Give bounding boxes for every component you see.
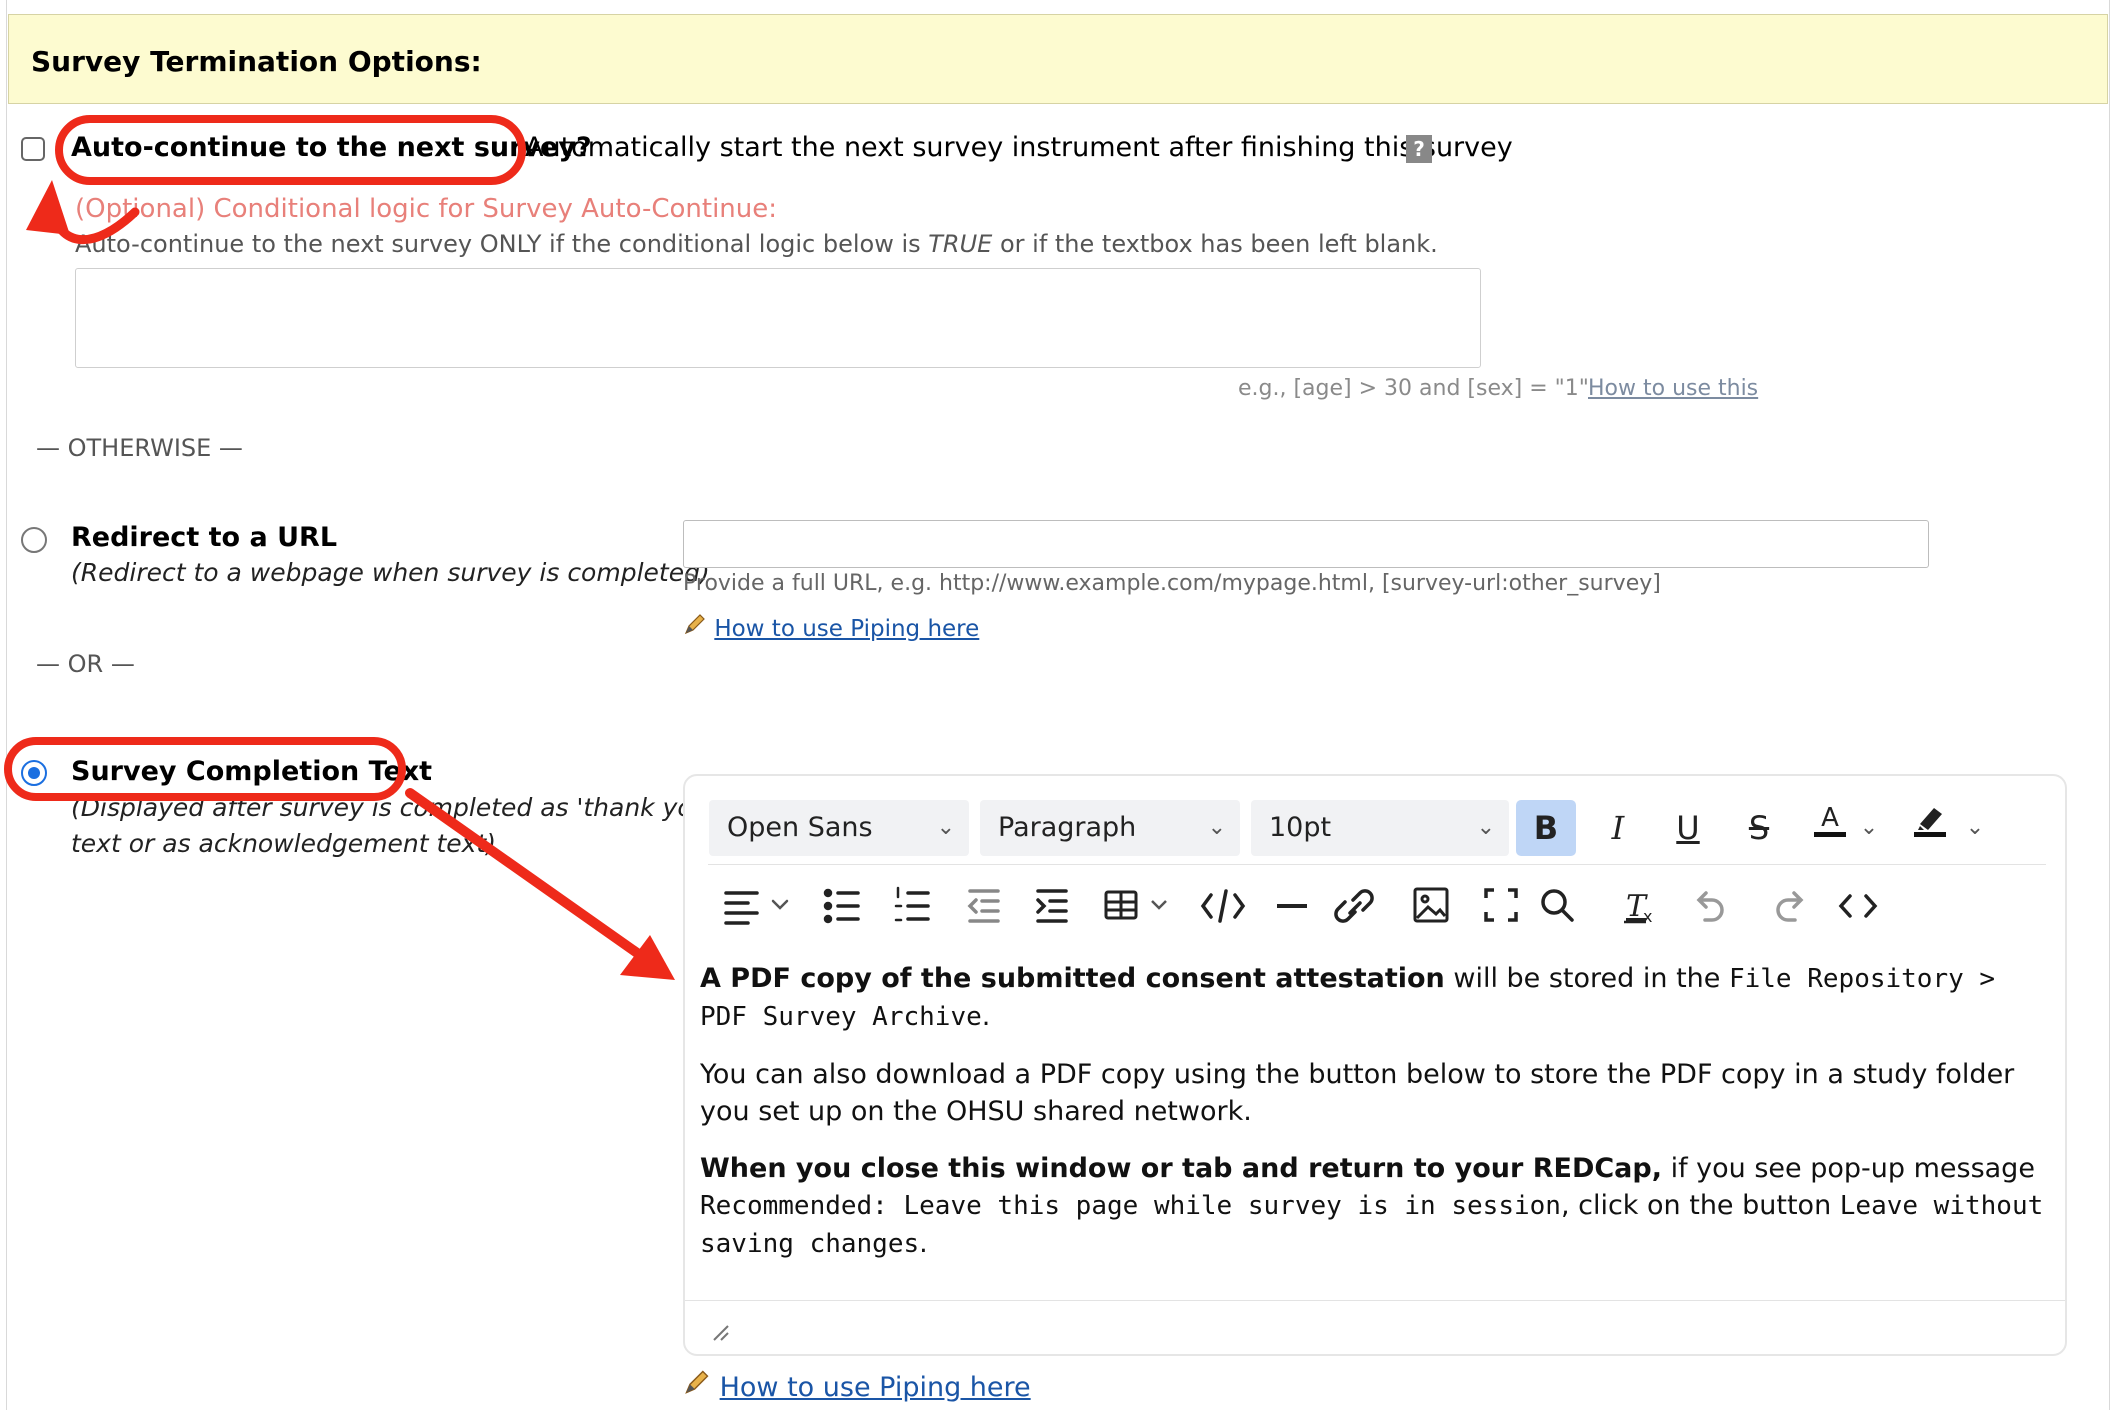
chevron-down-icon: ⌄: [936, 815, 955, 840]
block-format-select[interactable]: Paragraph ⌄: [980, 800, 1240, 856]
completion-piping-link[interactable]: How to use Piping here: [720, 1372, 1031, 1403]
p1-text: will be stored in the: [1444, 963, 1729, 994]
redirect-url-input[interactable]: [683, 520, 1929, 568]
chevron-down-icon: ⌄: [1859, 815, 1879, 840]
cond-desc-true: TRUE: [928, 230, 993, 258]
how-to-use-this-link[interactable]: How to use this: [1588, 376, 1758, 401]
underline-icon: U: [1676, 809, 1700, 847]
otherwise-separator: — OTHERWISE —: [36, 434, 243, 462]
editor-content[interactable]: A PDF copy of the submitted consent atte…: [700, 960, 2050, 1283]
chevron-down-icon: ⌄: [1965, 815, 1985, 840]
p1-end: .: [981, 1001, 991, 1032]
conditional-logic-heading: Conditional logic for Survey Auto-Contin…: [213, 194, 778, 224]
section-title: Survey Termination Options:: [31, 45, 482, 78]
p3-bold: When you close this window or tab and re…: [700, 1153, 1662, 1184]
help-icon[interactable]: ?: [1406, 135, 1432, 163]
conditional-logic-textarea[interactable]: [75, 268, 1481, 368]
pencil-icon: [683, 1370, 720, 1403]
underline-button[interactable]: U: [1658, 800, 1718, 856]
conditional-logic-title: (Optional) Conditional logic for Survey …: [75, 194, 777, 224]
bold-button[interactable]: B: [1516, 800, 1576, 856]
text-color-icon: A: [1814, 803, 1846, 837]
block-format-value: Paragraph: [998, 812, 1137, 843]
strikethrough-icon: S: [1748, 809, 1770, 847]
font-size-select[interactable]: 10pt ⌄: [1251, 800, 1509, 856]
highlight-color-button[interactable]: [1900, 800, 1960, 856]
italic-button[interactable]: I: [1588, 800, 1648, 856]
p3-text-2: , click on the button: [1560, 1190, 1840, 1221]
auto-continue-checkbox[interactable]: [21, 137, 45, 161]
completion-text-sub-2: text or as acknowledgement text): [71, 829, 496, 858]
editor-statusbar-divider: [685, 1300, 2065, 1301]
annotation-oval-auto-continue: [55, 115, 526, 185]
editor-paragraph-2: You can also download a PDF copy using t…: [700, 1059, 2015, 1127]
font-family-value: Open Sans: [727, 812, 873, 843]
redirect-url-hint: Provide a full URL, e.g. http://www.exam…: [683, 571, 1661, 596]
toolbar-divider: [708, 864, 2046, 865]
resize-handle-icon[interactable]: [710, 1322, 732, 1344]
optional-prefix: (Optional): [75, 194, 206, 224]
section-header: Survey Termination Options:: [8, 14, 2108, 104]
redirect-url-radio[interactable]: [21, 527, 47, 553]
completion-piping: How to use Piping here: [683, 1368, 1031, 1403]
svg-text:A: A: [1821, 803, 1839, 833]
redirect-piping: How to use Piping here: [683, 612, 979, 642]
italic-icon: I: [1611, 809, 1625, 847]
editor-paragraph-1: A PDF copy of the submitted consent atte…: [700, 960, 2050, 1036]
redirect-url-label: Redirect to a URL: [71, 522, 338, 553]
p3-text: if you see pop-up message: [1661, 1153, 2035, 1184]
editor-paragraph-3: When you close this window or tab and re…: [700, 1150, 2050, 1263]
p3-code-1: Recommended: Leave this page while surve…: [700, 1191, 1561, 1221]
highlighter-icon: [1914, 808, 1946, 837]
pencil-icon: [683, 614, 714, 642]
redirect-url-sub: (Redirect to a webpage when survey is co…: [71, 558, 710, 587]
font-family-select[interactable]: Open Sans ⌄: [709, 800, 969, 856]
or-separator: — OR —: [36, 650, 135, 678]
bold-icon: B: [1533, 809, 1559, 847]
strikethrough-button[interactable]: S: [1729, 800, 1789, 856]
logic-example: e.g., [age] > 30 and [sex] = "1": [1238, 376, 1589, 401]
highlight-color-dropdown[interactable]: ⌄: [1960, 800, 1990, 856]
cond-desc-part-b: or if the textbox has been left blank.: [992, 230, 1438, 258]
p3-end: .: [919, 1228, 928, 1259]
p1-bold: A PDF copy of the submitted consent atte…: [700, 963, 1445, 994]
annotation-oval-completion-text: [4, 737, 406, 801]
text-color-button[interactable]: A: [1800, 800, 1860, 856]
chevron-down-icon: ⌄: [1207, 815, 1226, 840]
chevron-down-icon: ⌄: [1476, 815, 1495, 840]
conditional-logic-description: Auto-continue to the next survey ONLY if…: [75, 230, 1438, 258]
cond-desc-part-a: Auto-continue to the next survey ONLY if…: [75, 230, 929, 258]
text-color-dropdown[interactable]: ⌄: [1854, 800, 1884, 856]
redirect-piping-link[interactable]: How to use Piping here: [714, 616, 979, 642]
auto-continue-description: Automatically start the next survey inst…: [525, 132, 1513, 163]
font-size-value: 10pt: [1269, 812, 1332, 843]
